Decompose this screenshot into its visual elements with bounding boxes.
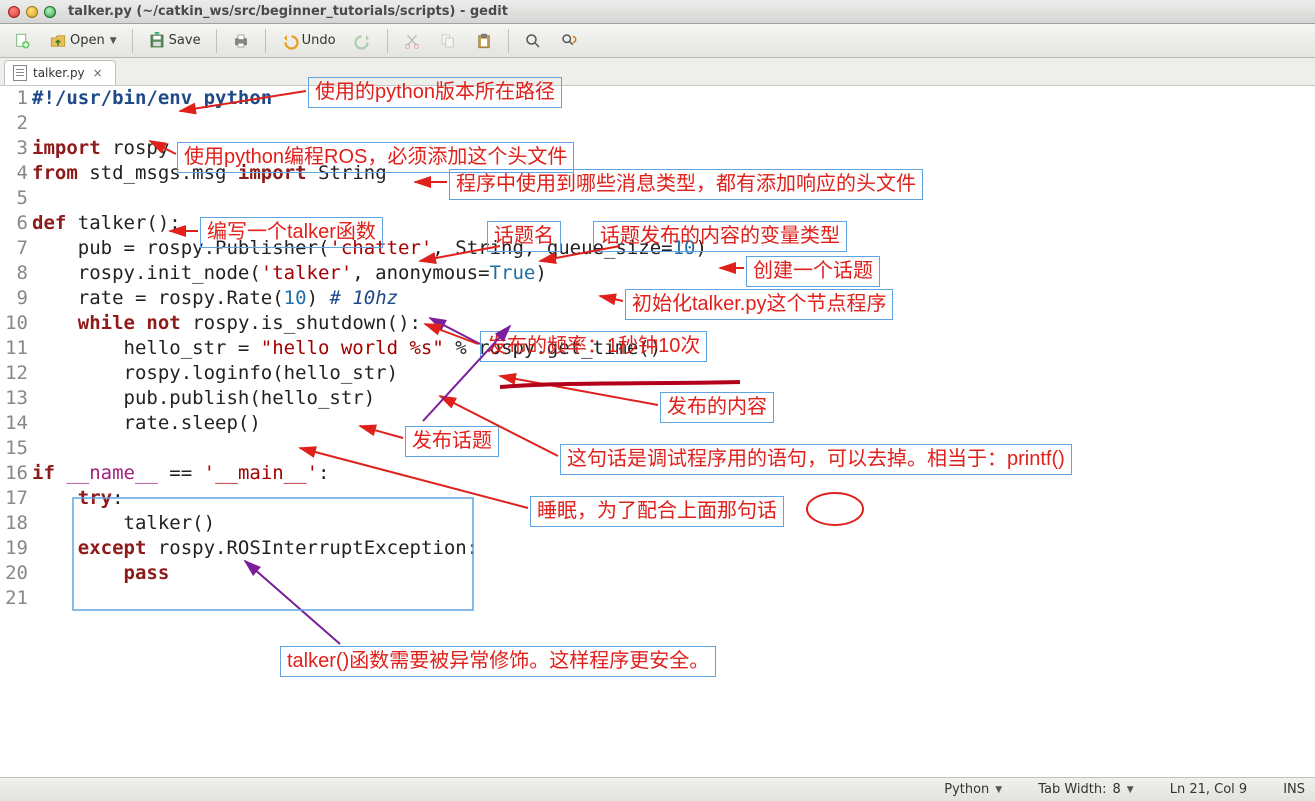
tab-close-icon[interactable]: × — [91, 66, 105, 80]
undo-button[interactable]: Undo — [274, 28, 343, 54]
copy-button[interactable] — [432, 28, 464, 54]
caret-down-icon: ▼ — [995, 785, 1002, 795]
redo-icon — [354, 32, 372, 50]
annotation-1: 使用的python版本所在路径 — [308, 77, 562, 108]
find-replace-icon — [560, 32, 578, 50]
annotation-7: 创建一个话题 — [746, 256, 880, 287]
annotation-10: 发布的内容 — [660, 392, 774, 423]
annotation-14: talker()函数需要被异常修饰。这样程序更安全。 — [280, 646, 716, 677]
toolbar-separator — [387, 29, 388, 53]
line-number: 13 — [0, 386, 28, 411]
line-number: 12 — [0, 361, 28, 386]
line-number: 3 — [0, 136, 28, 161]
cursor-position-label: Ln 21, Col 9 — [1170, 782, 1247, 797]
toolbar: Open ▼ Save Undo — [0, 24, 1315, 58]
editor[interactable]: 123456789101112131415161718192021 #!/usr… — [0, 86, 1315, 777]
search-icon — [524, 32, 542, 50]
new-document-button[interactable] — [6, 28, 38, 54]
annotation-4: 编写一个talker函数 — [200, 217, 383, 248]
cursor-position: Ln 21, Col 9 — [1170, 782, 1247, 797]
tab-width-selector[interactable]: Tab Width: 8 ▼ — [1038, 782, 1134, 797]
line-number: 9 — [0, 286, 28, 311]
annotation-13: 睡眠，为了配合上面那句话 — [530, 496, 784, 527]
undo-icon — [281, 32, 299, 50]
code-line[interactable]: #!/usr/bin/env python — [32, 86, 1315, 111]
find-button[interactable] — [517, 28, 549, 54]
annotation-9: 发布的频率：1秒钟10次 — [480, 331, 707, 362]
tab-width-label: Tab Width: — [1038, 782, 1106, 797]
line-number: 1 — [0, 86, 28, 111]
minimize-window-icon[interactable] — [26, 6, 38, 18]
line-number: 15 — [0, 436, 28, 461]
code-line[interactable]: pass — [32, 561, 1315, 586]
save-button[interactable]: Save — [141, 28, 208, 54]
status-bar: Python ▼ Tab Width: 8 ▼ Ln 21, Col 9 INS — [0, 777, 1315, 801]
line-number: 16 — [0, 461, 28, 486]
tab-label: talker.py — [33, 66, 85, 80]
title-bar: talker.py (~/catkin_ws/src/beginner_tuto… — [0, 0, 1315, 24]
save-label: Save — [169, 33, 201, 48]
line-number: 20 — [0, 561, 28, 586]
tab-bar: talker.py × — [0, 58, 1315, 86]
line-number: 8 — [0, 261, 28, 286]
zoom-window-icon[interactable] — [44, 6, 56, 18]
open-label: Open — [70, 33, 105, 48]
line-number: 5 — [0, 186, 28, 211]
tab-talker-py[interactable]: talker.py × — [4, 60, 116, 85]
line-number: 19 — [0, 536, 28, 561]
line-number: 17 — [0, 486, 28, 511]
paste-button[interactable] — [468, 28, 500, 54]
line-number: 7 — [0, 236, 28, 261]
print-button[interactable] — [225, 28, 257, 54]
toolbar-separator — [508, 29, 509, 53]
new-document-icon — [13, 32, 31, 50]
line-number: 10 — [0, 311, 28, 336]
annotation-5: 话题名 — [487, 221, 561, 252]
open-icon — [49, 32, 67, 50]
cut-button[interactable] — [396, 28, 428, 54]
copy-icon — [439, 32, 457, 50]
annotation-3: 程序中使用到哪些消息类型，都有添加响应的头文件 — [449, 169, 923, 200]
open-button[interactable]: Open ▼ — [42, 28, 124, 54]
code-line[interactable] — [32, 111, 1315, 136]
line-number: 14 — [0, 411, 28, 436]
language-label: Python — [944, 782, 989, 797]
code-line[interactable]: rospy.loginfo(hello_str) — [32, 361, 1315, 386]
tab-width-value: 8 — [1113, 782, 1121, 797]
line-number: 11 — [0, 336, 28, 361]
line-number: 21 — [0, 586, 28, 611]
caret-down-icon: ▼ — [1127, 785, 1134, 795]
language-selector[interactable]: Python ▼ — [944, 782, 1002, 797]
code-line[interactable]: except rospy.ROSInterruptException: — [32, 536, 1315, 561]
window-title: talker.py (~/catkin_ws/src/beginner_tuto… — [68, 4, 508, 19]
code-line[interactable] — [32, 586, 1315, 611]
insert-mode-label: INS — [1283, 782, 1305, 797]
annotation-8: 初始化talker.py这个节点程序 — [625, 289, 893, 320]
toolbar-separator — [132, 29, 133, 53]
toolbar-separator — [216, 29, 217, 53]
annotation-6: 话题发布的内容的变量类型 — [593, 221, 847, 252]
find-replace-button[interactable] — [553, 28, 585, 54]
print-icon — [232, 32, 250, 50]
insert-mode[interactable]: INS — [1283, 782, 1305, 797]
line-number-gutter: 123456789101112131415161718192021 — [0, 86, 32, 777]
save-icon — [148, 32, 166, 50]
annotation-11: 这句话是调试程序用的语句，可以去掉。相当于：printf() — [560, 444, 1072, 475]
line-number: 18 — [0, 511, 28, 536]
undo-label: Undo — [302, 33, 336, 48]
annotation-12: 发布话题 — [405, 426, 499, 457]
document-icon — [13, 65, 27, 81]
cut-icon — [403, 32, 421, 50]
close-window-icon[interactable] — [8, 6, 20, 18]
window-controls — [8, 6, 56, 18]
open-caret-icon: ▼ — [110, 36, 117, 46]
line-number: 4 — [0, 161, 28, 186]
toolbar-separator — [265, 29, 266, 53]
paste-icon — [475, 32, 493, 50]
line-number: 6 — [0, 211, 28, 236]
line-number: 2 — [0, 111, 28, 136]
code-line[interactable]: rospy.init_node('talker', anonymous=True… — [32, 261, 1315, 286]
redo-button[interactable] — [347, 28, 379, 54]
